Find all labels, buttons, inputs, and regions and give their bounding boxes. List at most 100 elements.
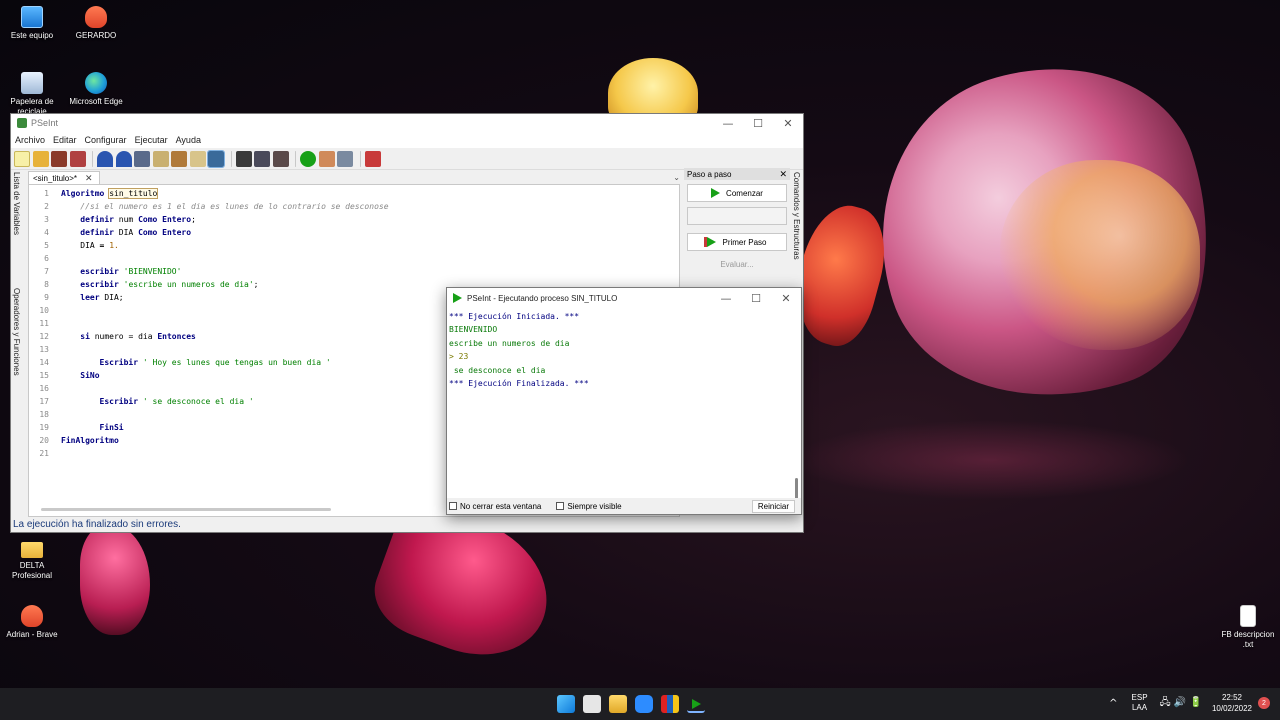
new-file-icon[interactable] (14, 150, 30, 167)
save-as-icon[interactable] (69, 150, 86, 167)
exec-close-button[interactable]: ✕ (771, 292, 801, 305)
pseint-taskbar-icon[interactable] (687, 695, 705, 713)
code-line: 5 DIA = 1. (44, 241, 119, 250)
left-side-tabs: Lista de Variables Operadores y Funcione… (11, 172, 25, 522)
primer-paso-label: Primer Paso (722, 237, 767, 247)
desktop-icon-label: GERARDO (75, 31, 117, 40)
output-line: *** Ejecución Iniciada. *** (449, 312, 580, 321)
siempre-visible-label: Siempre visible (567, 501, 622, 511)
maximize-button[interactable]: ☐ (743, 117, 773, 130)
save-icon[interactable] (51, 150, 67, 167)
replace-icon[interactable] (272, 150, 289, 167)
toolbar-separator (230, 150, 232, 167)
status-bar-text: La ejecución ha finalizado sin errores. (13, 519, 181, 530)
start-icon[interactable] (557, 695, 575, 713)
file-explorer-icon[interactable] (609, 695, 627, 713)
indent-icon[interactable] (189, 150, 206, 167)
network-volume-battery-icon[interactable]: 🖧 🔊 🔋 (1160, 695, 1202, 712)
recycle-bin-icon (21, 72, 43, 94)
help-icon[interactable] (364, 150, 381, 167)
menu-archivo[interactable]: Archivo (15, 135, 45, 145)
menu-editar[interactable]: Editar (53, 135, 77, 145)
desktop-icon-papelera[interactable]: Papelera de reciclaje (0, 72, 64, 117)
primer-paso-button[interactable]: Primer Paso (687, 233, 787, 251)
redo-icon[interactable] (115, 150, 132, 167)
folder-icon (21, 542, 43, 558)
desktop-icon-delta[interactable]: DELTA Profesional (0, 538, 64, 581)
reiniciar-button[interactable]: Reiniciar (751, 499, 795, 513)
task-view-icon[interactable] (583, 695, 601, 713)
menu-ejecutar[interactable]: Ejecutar (135, 135, 168, 145)
step-icon[interactable] (318, 150, 335, 167)
no-cerrar-checkbox[interactable] (449, 502, 457, 510)
exec-window-title: PSeInt - Ejecutando proceso SIN_TITULO (467, 293, 618, 303)
comenzar-button[interactable]: Comenzar (687, 184, 787, 202)
play-icon (711, 188, 721, 198)
paste-icon[interactable] (171, 150, 187, 167)
desktop-icon-edge[interactable]: Microsoft Edge (64, 72, 128, 107)
output-line: se desconoce el dia (449, 365, 546, 375)
exec-maximize-button[interactable]: ☐ (741, 292, 771, 305)
toolbar-separator (295, 150, 296, 167)
text-file-icon (1240, 605, 1256, 627)
paso-panel-title: Paso a paso (687, 169, 732, 179)
main-titlebar[interactable]: PSeInt — ☐ ✕ (11, 114, 803, 132)
wallpaper-shape (80, 525, 150, 635)
no-cerrar-label: No cerrar esta ventana (460, 501, 542, 511)
code-line: 2 //si el numero es 1 el dia es lunes de… (44, 202, 389, 211)
menu-configurar[interactable]: Configurar (85, 135, 127, 145)
tab-close-icon[interactable]: ✕ (85, 173, 93, 184)
desktop-icon-fb-descripcion[interactable]: FB descripcion .txt (1216, 605, 1280, 650)
undo-icon[interactable] (97, 150, 113, 167)
pseint-app-icon (17, 118, 27, 128)
desktop-icon-este-equipo[interactable]: Este equipo (0, 6, 64, 41)
tab-comandos-estructuras[interactable]: Comandos y Estructuras (792, 172, 801, 260)
desktop-icon-label: Microsoft Edge (69, 97, 123, 106)
tab-lista-variables[interactable]: Lista de Variables (12, 172, 21, 235)
zoom-icon[interactable] (635, 695, 653, 713)
copy-icon[interactable] (152, 150, 169, 167)
tray-overflow-icon[interactable]: ^ (1109, 698, 1117, 709)
cut-icon[interactable] (134, 150, 150, 167)
search-icon[interactable] (207, 149, 225, 168)
toolbar (11, 148, 803, 170)
horizontal-scrollbar[interactable] (41, 508, 331, 511)
edge-icon (85, 72, 107, 94)
output-line: BIENVENIDO (449, 325, 498, 335)
execution-output[interactable]: *** Ejecución Iniciada. *** BIENVENIDO e… (449, 310, 789, 490)
run-icon[interactable] (300, 150, 316, 167)
minimize-button[interactable]: — (713, 117, 743, 130)
clock-date: 10/02/2022 (1211, 704, 1252, 713)
output-line: > 23 (449, 352, 469, 362)
pseint-run-icon (453, 293, 462, 303)
find-icon[interactable] (235, 150, 252, 167)
desktop-icon-gerardo[interactable]: GERARDO (64, 6, 128, 41)
clock[interactable]: 22:52 10/02/2022 (1212, 692, 1252, 714)
menu-ayuda[interactable]: Ayuda (176, 135, 201, 145)
app-icon[interactable] (661, 695, 679, 713)
tab-operadores-funciones[interactable]: Operadores y Funciones (12, 288, 21, 376)
brave-icon (21, 605, 43, 627)
language-indicator[interactable]: ESP LAA (1132, 693, 1148, 713)
toolbar-separator (92, 150, 93, 167)
desktop-icon-label: Este equipo (10, 31, 54, 40)
siempre-visible-checkbox[interactable] (556, 502, 565, 510)
evaluar-label: Evaluar... (720, 259, 754, 269)
close-button[interactable]: ✕ (773, 117, 803, 130)
exec-minimize-button[interactable]: — (711, 292, 741, 305)
computer-icon (21, 6, 43, 28)
notification-badge[interactable]: 2 (1258, 697, 1270, 709)
flowchart-icon[interactable] (337, 150, 353, 167)
desktop-icon-adrian-brave[interactable]: Adrian - Brave (0, 605, 64, 640)
system-tray: ^ ESP LAA 🖧 🔊 🔋 22:52 10/02/2022 2 (1109, 692, 1270, 714)
tabs-dropdown-icon[interactable]: ⌄ (673, 173, 680, 182)
exec-titlebar[interactable]: PSeInt - Ejecutando proceso SIN_TITULO —… (447, 288, 801, 308)
comenzar-label: Comenzar (726, 188, 763, 198)
execution-window: PSeInt - Ejecutando proceso SIN_TITULO —… (446, 287, 802, 515)
paso-panel-close-icon[interactable]: ✕ (779, 169, 787, 180)
evaluar-button[interactable]: Evaluar... (687, 255, 787, 273)
open-folder-icon[interactable] (32, 150, 49, 167)
paso-blank-slot (687, 207, 787, 225)
find-next-icon[interactable] (254, 150, 270, 167)
tab-sin-titulo[interactable]: <sin_titulo>* ✕ (28, 171, 100, 184)
